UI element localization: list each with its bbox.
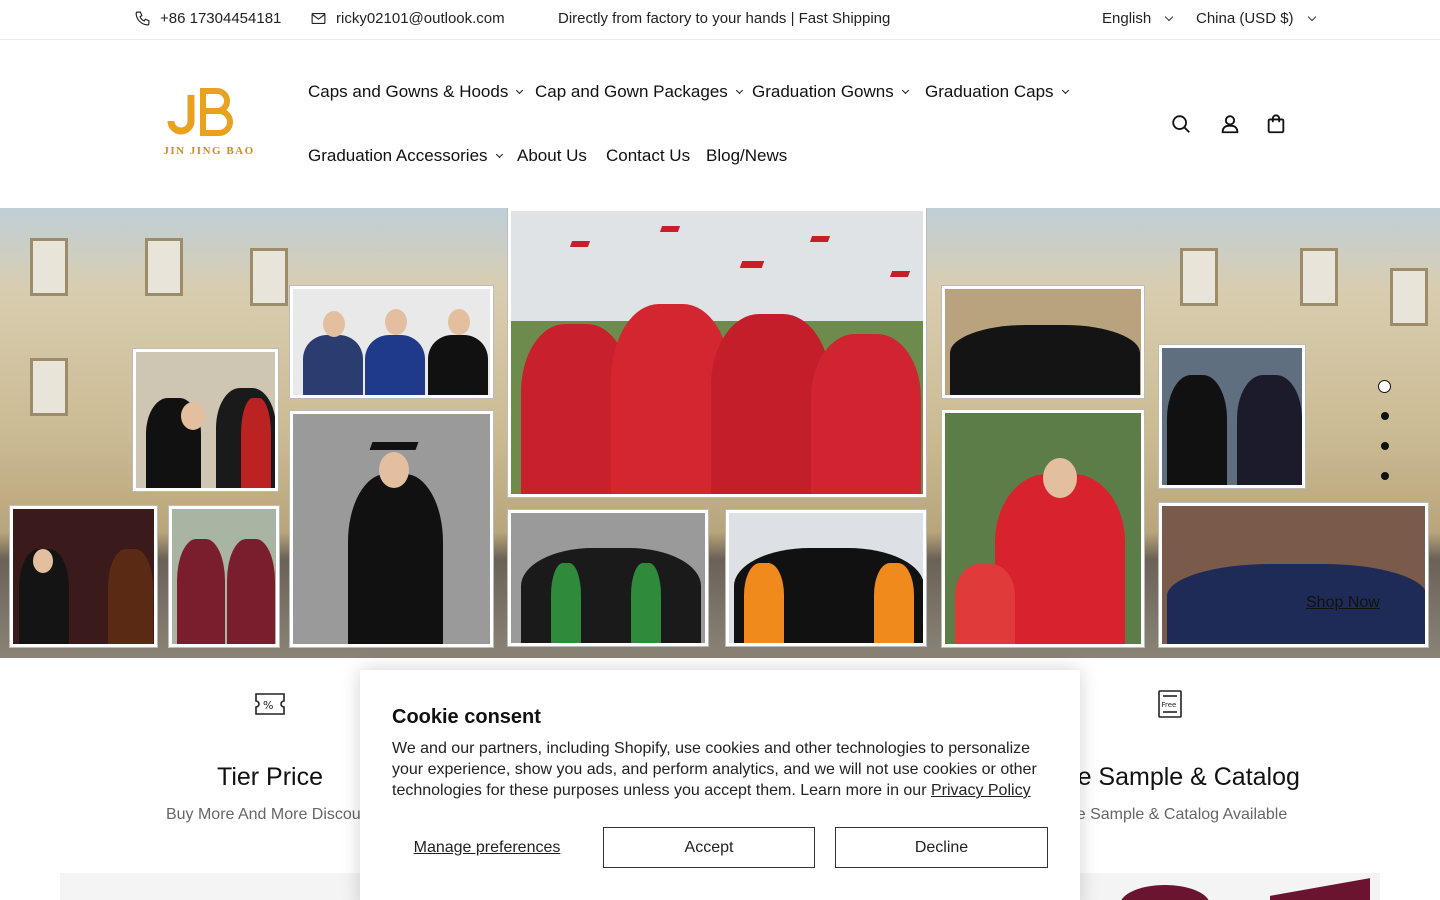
green-hood-graduates-photo xyxy=(508,510,708,646)
chevron-down-icon xyxy=(1307,12,1316,22)
nav-contact-us[interactable]: Contact Us xyxy=(606,146,690,166)
doctoral-hooding-photo xyxy=(1159,345,1305,488)
announcement-bar: +86 17304454181 ricky02101@outlook.com D… xyxy=(0,0,1440,40)
shop-now-link[interactable]: Shop Now xyxy=(1306,594,1380,612)
window-decor xyxy=(30,238,68,296)
phone-contact[interactable]: +86 17304454181 xyxy=(134,10,281,27)
account-icon[interactable] xyxy=(1219,113,1241,135)
graduates-group-photo xyxy=(942,286,1144,398)
email-contact[interactable]: ricky02101@outlook.com xyxy=(310,10,505,27)
red-gown-professor-photo xyxy=(942,410,1144,647)
ceremony-photo xyxy=(10,506,157,647)
nav-about-us[interactable]: About Us xyxy=(517,146,587,166)
chevron-down-icon xyxy=(735,86,743,95)
slide-dot[interactable] xyxy=(1380,412,1389,420)
cookie-body: We and our partners, including Shopify, … xyxy=(392,738,1052,801)
nav-label: Graduation Caps xyxy=(925,82,1054,101)
currency-label: China (USD $) xyxy=(1196,10,1294,27)
currency-selector[interactable]: China (USD $) xyxy=(1196,10,1316,27)
nav-cap-gown-packages[interactable]: Cap and Gown Packages xyxy=(535,82,743,102)
graduates-photo xyxy=(133,349,278,491)
window-decor xyxy=(1300,248,1338,306)
free-catalog-icon: Free xyxy=(1158,690,1182,718)
nav-label: Graduation Gowns xyxy=(752,82,894,101)
brand-logo[interactable]: JIN JING BAO xyxy=(163,87,255,159)
graduate-cheer-photo xyxy=(290,411,493,647)
nav-graduation-caps[interactable]: Graduation Caps xyxy=(925,82,1069,102)
product-thumbnail xyxy=(1120,885,1210,900)
faculty-photo xyxy=(290,286,493,398)
tagline-text: Directly from factory to your hands | Fa… xyxy=(558,10,891,27)
nav-caps-gowns-hoods[interactable]: Caps and Gowns & Hoods xyxy=(308,82,524,102)
cap-toss-photo xyxy=(508,208,926,497)
slide-dot[interactable] xyxy=(1380,442,1389,450)
nav-label: Contact Us xyxy=(606,146,691,165)
accept-button[interactable]: Accept xyxy=(603,827,815,868)
phone-number: +86 17304454181 xyxy=(160,10,282,27)
shipping-tagline: Directly from factory to your hands | Fa… xyxy=(558,10,890,27)
doctoral-gowns-photo xyxy=(169,506,279,647)
window-decor xyxy=(250,248,288,306)
jb-logo-icon xyxy=(167,88,233,136)
product-thumbnail xyxy=(1270,878,1370,900)
window-decor xyxy=(1180,248,1218,306)
nav-graduation-accessories[interactable]: Graduation Accessories xyxy=(308,146,503,166)
privacy-policy-link[interactable]: Privacy Policy xyxy=(931,782,1031,799)
window-decor xyxy=(30,358,68,416)
slide-pagination xyxy=(1378,380,1391,502)
manage-preferences-button[interactable]: Manage preferences xyxy=(392,827,582,868)
cookie-title: Cookie consent xyxy=(392,706,541,728)
percent-ticket-icon: % xyxy=(255,693,285,715)
window-decor xyxy=(145,238,183,296)
blue-gown-faculty-photo xyxy=(1159,503,1428,647)
cookie-consent-dialog: Cookie consent We and our partners, incl… xyxy=(360,670,1080,900)
chevron-down-icon xyxy=(901,86,909,95)
phone-icon xyxy=(135,11,150,26)
nav-blog-news[interactable]: Blog/News xyxy=(706,146,787,166)
orange-hood-faculty-photo xyxy=(726,510,926,646)
chevron-down-icon xyxy=(1061,86,1069,95)
nav-graduation-gowns[interactable]: Graduation Gowns xyxy=(752,82,909,102)
search-icon[interactable] xyxy=(1170,113,1192,135)
hero-slideshow[interactable]: Shop Now xyxy=(0,208,1440,658)
logo-wordmark: JIN JING BAO xyxy=(163,145,255,157)
decline-button[interactable]: Decline xyxy=(835,827,1048,868)
nav-label: Blog/News xyxy=(706,146,788,165)
slide-dot[interactable] xyxy=(1378,380,1391,393)
nav-label: Caps and Gowns & Hoods xyxy=(308,82,509,101)
cart-icon[interactable] xyxy=(1265,113,1287,135)
language-selector[interactable]: English xyxy=(1102,10,1174,27)
chevron-down-icon xyxy=(495,150,503,159)
site-header: JIN JING BAO Caps and Gowns & Hoods Cap … xyxy=(0,40,1440,208)
language-label: English xyxy=(1102,10,1152,27)
chevron-down-icon xyxy=(1164,12,1174,22)
chevron-down-icon xyxy=(516,86,524,95)
nav-label: Cap and Gown Packages xyxy=(535,82,728,101)
mail-icon xyxy=(311,12,326,25)
nav-label: Graduation Accessories xyxy=(308,146,488,165)
svg-text:%: % xyxy=(263,699,273,712)
nav-label: About Us xyxy=(517,146,587,165)
slide-dot[interactable] xyxy=(1380,472,1389,480)
window-decor xyxy=(1390,268,1428,326)
email-address: ricky02101@outlook.com xyxy=(336,10,505,27)
svg-text:Free: Free xyxy=(1162,701,1177,709)
